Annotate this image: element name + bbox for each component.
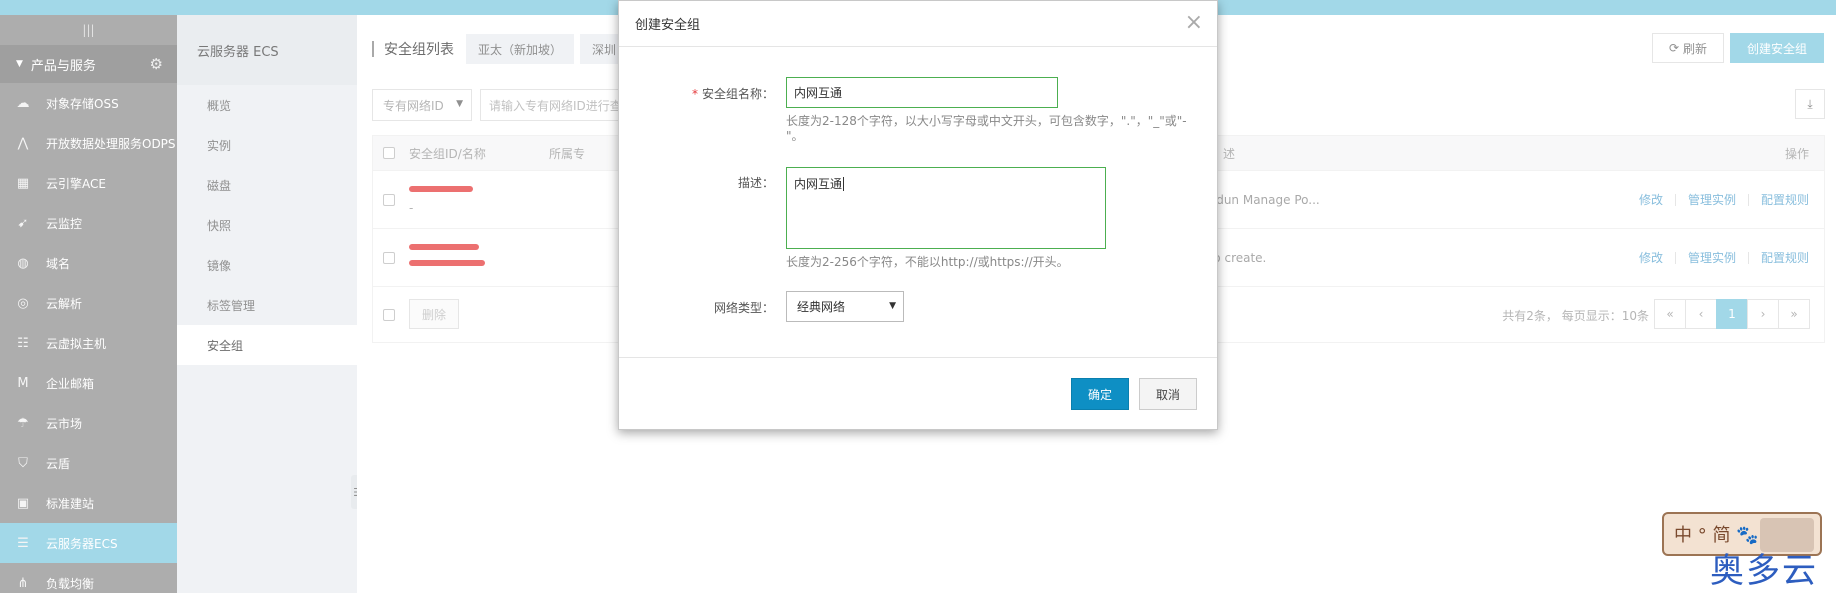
dialog-header: 创建安全组 × bbox=[619, 1, 1217, 47]
required-mark: * bbox=[691, 87, 698, 101]
cancel-button[interactable]: 取消 bbox=[1139, 378, 1197, 410]
close-icon[interactable]: × bbox=[1185, 10, 1203, 35]
name-help-line: 长度为2-128个字符，以大小写字母或中文开头，可包含数字，"."，"_"或"- bbox=[786, 114, 1187, 128]
confirm-button[interactable]: 确定 bbox=[1071, 378, 1129, 410]
name-help-text: 长度为2-128个字符，以大小写字母或中文开头，可包含数字，"."，"_"或"-… bbox=[786, 114, 1187, 144]
watermark-text: 奥多云 bbox=[1710, 551, 1818, 591]
network-type-select[interactable]: 经典网络 ▼ bbox=[786, 291, 904, 322]
caret-down-icon: ▼ bbox=[889, 301, 896, 311]
network-type-label: 网络类型： bbox=[713, 301, 774, 315]
dialog-title: 创建安全组 bbox=[635, 18, 701, 33]
description-textarea[interactable]: 内网互通 bbox=[786, 167, 1106, 249]
name-label: * 安全组名称： bbox=[654, 85, 774, 102]
description-label: 描述： bbox=[737, 176, 774, 190]
dialog-footer: 确定 取消 bbox=[619, 357, 1217, 430]
description-help-text: 长度为2-256个字符，不能以http://或https://开头。 bbox=[786, 255, 1069, 269]
description-value: 内网互通 bbox=[794, 177, 843, 191]
name-help-line-2: "。 bbox=[786, 129, 804, 143]
network-type-value: 经典网络 bbox=[797, 300, 846, 314]
create-security-group-dialog: 创建安全组 × * 安全组名称： 内网互通 长度为2-128个字符，以大小写字母或… bbox=[618, 0, 1218, 430]
name-label-text: 安全组名称： bbox=[701, 87, 774, 101]
security-group-name-input[interactable]: 内网互通 bbox=[786, 77, 1058, 108]
